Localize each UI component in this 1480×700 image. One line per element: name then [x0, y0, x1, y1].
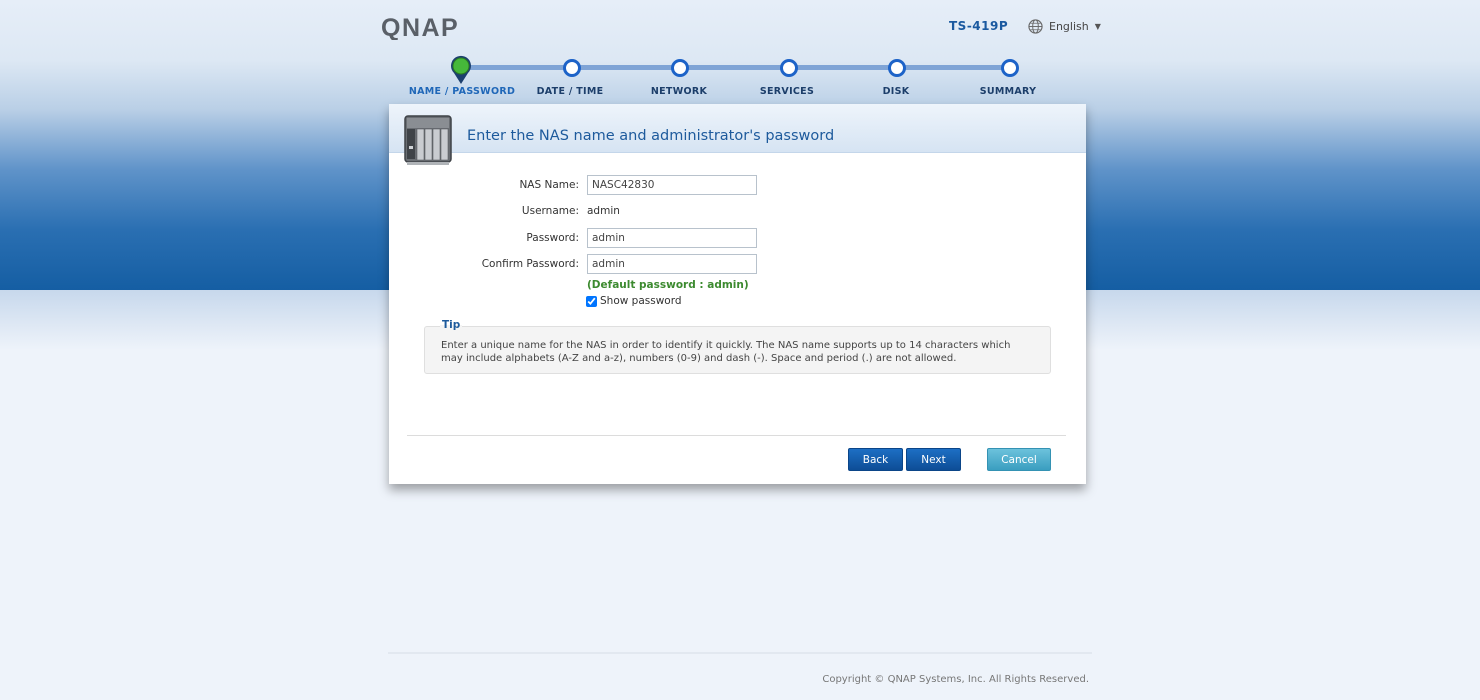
step-dot-services[interactable] [780, 59, 798, 77]
chevron-down-icon: ▼ [1094, 22, 1101, 31]
tip-text: Enter a unique name for the NAS in order… [441, 340, 1011, 364]
username-value: admin [587, 205, 620, 217]
current-step-marker-icon [451, 55, 471, 84]
next-button[interactable]: Next [906, 448, 961, 471]
show-password-checkbox[interactable] [586, 295, 597, 307]
model-name: TS-419P [949, 19, 1009, 33]
language-selector[interactable]: English ▼ [1028, 19, 1101, 34]
page-title: Enter the NAS name and administrator's p… [467, 128, 835, 144]
show-password-toggle[interactable]: Show password [586, 295, 682, 307]
back-button[interactable]: Back [848, 448, 903, 471]
qnap-logo: QNAP [381, 14, 459, 40]
step-dot-date-time[interactable] [563, 59, 581, 77]
step-label-network: NETWORK [650, 86, 708, 97]
step-label-name-password: NAME / PASSWORD [408, 86, 516, 97]
logo-text: QNAP [381, 14, 459, 40]
nas-name-input[interactable] [587, 175, 757, 195]
confirm-password-input[interactable] [587, 254, 757, 274]
step-dot-summary[interactable] [1001, 59, 1019, 77]
globe-icon [1028, 19, 1043, 34]
step-dot-disk[interactable] [888, 59, 906, 77]
step-label-services: SERVICES [759, 86, 815, 97]
password-input[interactable] [587, 228, 757, 248]
language-label: English [1049, 20, 1089, 33]
tip-title: Tip [440, 319, 463, 331]
show-password-label: Show password [600, 295, 682, 307]
nas-device-icon [404, 115, 452, 165]
nas-name-label: NAS Name: [519, 179, 579, 191]
copyright-text: Copyright © QNAP Systems, Inc. All Right… [822, 674, 1089, 685]
step-label-disk: DISK [882, 86, 910, 97]
cancel-button[interactable]: Cancel [987, 448, 1051, 471]
tip-box: Tip Enter a unique name for the NAS in o… [424, 319, 1051, 374]
username-label: Username: [521, 205, 579, 217]
password-label: Password: [526, 232, 579, 244]
step-label-summary: SUMMARY [979, 86, 1037, 97]
button-divider [407, 435, 1066, 436]
stepper-track [461, 65, 1009, 70]
step-dot-network[interactable] [671, 59, 689, 77]
default-password-note: (Default password : admin) [587, 279, 749, 291]
confirm-password-label: Confirm Password: [481, 258, 579, 270]
wizard-panel: Enter the NAS name and administrator's p… [389, 104, 1086, 484]
footer-divider [388, 652, 1092, 654]
step-label-date-time: DATE / TIME [536, 86, 604, 97]
